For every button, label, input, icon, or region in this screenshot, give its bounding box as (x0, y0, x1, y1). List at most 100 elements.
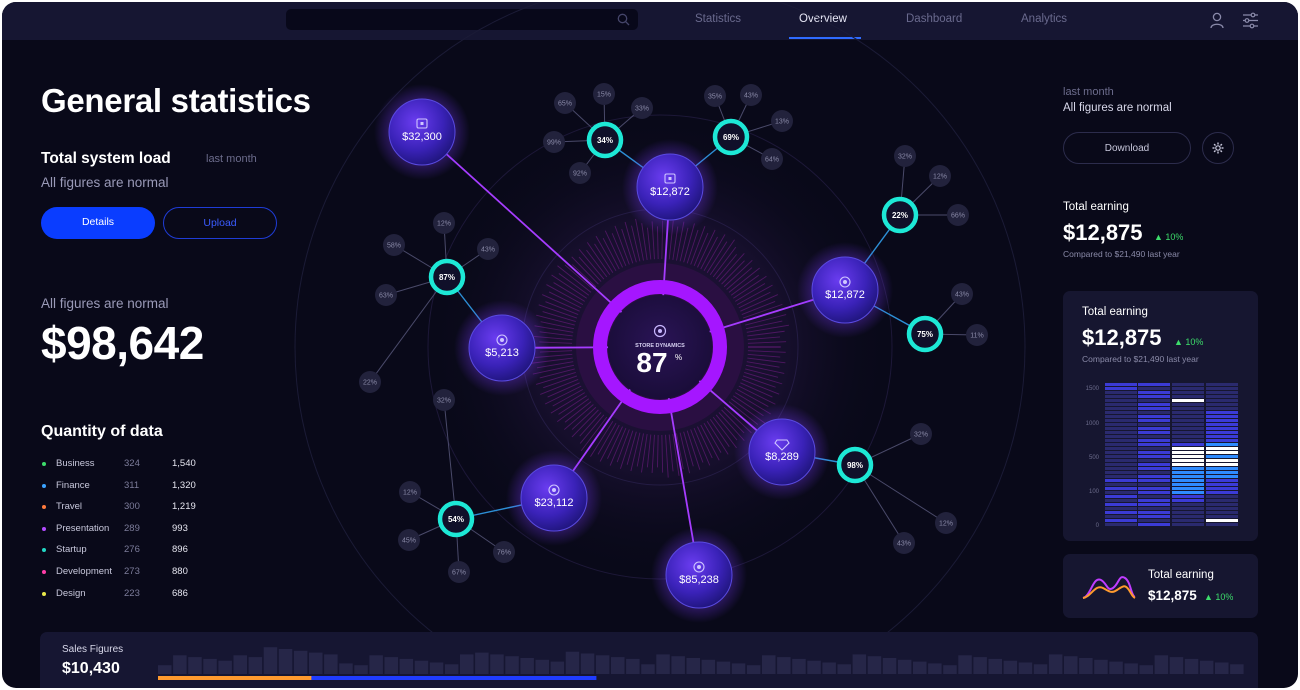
sales-bar (897, 659, 912, 674)
earning1-change: ▲ 10% (1154, 232, 1184, 242)
bar-segment (1206, 447, 1238, 450)
value-node[interactable]: $12,872 (622, 139, 718, 235)
percent-ring[interactable]: 22% (881, 196, 919, 234)
bar-segment (1172, 463, 1204, 466)
bar-segment (1172, 487, 1204, 490)
bar-segment (1172, 423, 1204, 426)
leaf-value: 43% (744, 93, 758, 100)
earning3-change: ▲ 10% (1204, 592, 1234, 602)
sales-bar (1169, 657, 1184, 674)
sales-bar (762, 655, 776, 674)
bar-segment (1105, 439, 1137, 442)
bar-segment (1172, 407, 1204, 410)
leaf-bubble: 13% (771, 110, 793, 132)
download-button[interactable]: Download (1063, 132, 1191, 164)
bar-segment (1105, 383, 1137, 386)
sales-bar (158, 665, 172, 674)
sales-bar (943, 665, 957, 674)
bar-segment (1105, 419, 1137, 422)
bar-segment (1172, 415, 1204, 418)
sales-bar (746, 665, 761, 674)
bar-segment (1172, 455, 1204, 458)
sales-bar (1079, 658, 1093, 674)
earning1-change-value: 10% (1165, 232, 1184, 242)
bar-segment (1206, 515, 1238, 518)
sales-bar (293, 650, 308, 674)
earning1-value: $12,875 (1063, 220, 1143, 245)
sales-bar (278, 649, 293, 674)
earning2-value: $12,875 (1082, 325, 1162, 350)
value-node[interactable]: $12,872 (797, 242, 893, 338)
percent-ring[interactable]: 75% (906, 315, 944, 353)
leaf-bubble: 32% (910, 423, 932, 445)
sales-bar (1215, 662, 1229, 674)
bar-segment (1105, 411, 1137, 414)
bar-segment (1105, 463, 1137, 466)
percent-ring[interactable]: 98% (836, 446, 874, 484)
node-value: $12,872 (650, 186, 690, 198)
settings-button[interactable] (1202, 132, 1234, 164)
bar-segment (1105, 415, 1137, 418)
sales-bar (1199, 660, 1214, 674)
value-node[interactable]: $23,112 (506, 450, 602, 546)
value-node[interactable]: $5,213 (454, 300, 550, 396)
node-value: $32,300 (402, 131, 442, 143)
bar-segment (1206, 391, 1238, 394)
leaf-bubble: 32% (894, 145, 916, 167)
y-tick-label: 500 (1089, 455, 1100, 461)
percent-ring[interactable]: 69% (712, 118, 750, 156)
sales-bar (309, 652, 323, 674)
right-status: All figures are normal (1063, 102, 1172, 114)
bar-segment (1206, 471, 1238, 474)
sales-bar (505, 656, 519, 674)
sales-bar (1033, 664, 1048, 674)
bar-segment (1172, 467, 1204, 470)
bar-segment (1172, 491, 1204, 494)
sales-bar (656, 654, 670, 674)
value-node[interactable]: $8,289 (734, 404, 830, 500)
bar-segment (1206, 491, 1238, 494)
bar-segment (1105, 495, 1137, 498)
percent-ring[interactable]: 54% (437, 500, 475, 538)
leaf-value: 12% (437, 221, 451, 228)
bar-segment (1172, 443, 1204, 446)
bar-segment (1206, 495, 1238, 498)
bar-segment (1206, 511, 1238, 514)
app-window: Statistics Overview Dashboard Analytics … (2, 2, 1298, 688)
leaf-bubble: 66% (947, 204, 969, 226)
leaf-value: 63% (379, 293, 393, 300)
sales-bar (716, 661, 731, 674)
y-tick-label: 1000 (1086, 421, 1100, 427)
bar-segment (1105, 471, 1137, 474)
bar-segment (1206, 415, 1238, 418)
bar-segment (1206, 507, 1238, 510)
sales-title: Sales Figures (62, 644, 124, 655)
leaf-value: 43% (955, 292, 969, 299)
leaf-value: 33% (635, 106, 649, 113)
sales-bar (837, 664, 851, 674)
sales-bar (263, 647, 278, 674)
value-node[interactable]: $32,300 (374, 84, 470, 180)
value-node[interactable]: $85,238 (651, 527, 747, 623)
sales-bar (611, 657, 625, 674)
bar-segment (1172, 435, 1204, 438)
bar-segment (1172, 519, 1204, 522)
leaf-value: 15% (597, 92, 611, 99)
percent-ring[interactable]: 87% (428, 258, 466, 296)
bar-segment (1105, 395, 1137, 398)
earning-sparkline (1082, 576, 1136, 599)
bar-segment (1206, 475, 1238, 478)
sales-bar (852, 654, 867, 674)
bar-segment (1105, 399, 1137, 402)
percent-ring[interactable]: 34% (586, 121, 624, 159)
leaf-bubble: 15% (593, 83, 615, 105)
bar-segment (1138, 463, 1170, 466)
leaf-value: 65% (558, 101, 572, 108)
leaf-value: 43% (897, 541, 911, 548)
bar-segment (1138, 503, 1170, 506)
sales-bars (158, 647, 1244, 680)
bar-segment (1172, 511, 1204, 514)
bar-segment (1138, 475, 1170, 478)
sales-bar (188, 657, 202, 674)
bar-segment (1138, 455, 1170, 458)
